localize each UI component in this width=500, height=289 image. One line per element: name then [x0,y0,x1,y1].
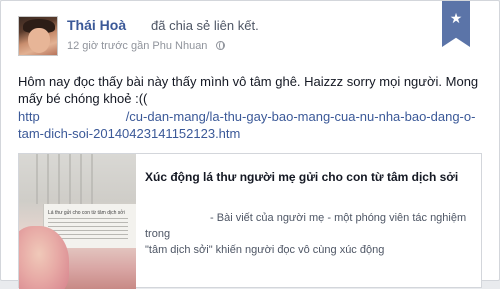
thumbnail-bed-rails [27,154,97,204]
link-path-1[interactable]: /cu-dan-mang/la-thu-gay-bao-mang-cua-nu-… [126,109,476,124]
avatar[interactable] [18,16,58,56]
bookmark-ribbon[interactable]: ★ [442,1,470,47]
avatar-face [28,28,50,53]
link-prefix[interactable]: http [18,109,40,124]
post-meta: 12 giờ trước gần Phu Nhuan [67,40,225,52]
attachment-thumbnail[interactable]: Lá thư gửi cho con từ tâm dịch sởi [19,154,136,289]
post-link[interactable]: http/cu-dan-mang/la-thu-gay-bao-mang-cua… [18,108,488,142]
attachment-desc-1: - Bài viết của người mẹ - một phóng viên… [145,212,467,240]
globe-icon[interactable] [215,41,225,50]
shared-link-text: đã chia sẻ liên kết. [151,18,259,33]
star-icon: ★ [449,10,463,26]
attachment-title[interactable]: Xúc động lá thư người mẹ gửi cho con từ … [145,170,475,184]
attachment-desc-2: "tâm dịch sởi" khiến người đọc vô cùng x… [145,244,385,256]
post-body: Hôm nay đọc thấy bài này thấy mình vô tâ… [18,74,479,106]
link-path-2[interactable]: tam-dich-soi-20140423141152123.htm [18,125,488,142]
link-attachment[interactable]: Lá thư gửi cho con từ tâm dịch sởi Xúc đ… [18,153,482,289]
redacted-domain [40,112,126,122]
attachment-description: - Bài viết của người mẹ - một phóng viên… [145,210,475,258]
post-card: Thái Hoà đã chia sẻ liên kết. 12 giờ trư… [0,0,500,289]
timestamp-location[interactable]: 12 giờ trước gần Phu Nhuan [67,40,207,52]
thumbnail-caption: Lá thư gửi cho con từ tâm dịch sởi [48,210,125,216]
author-name[interactable]: Thái Hoà [67,17,126,33]
post-link-line-1[interactable]: http/cu-dan-mang/la-thu-gay-bao-mang-cua… [18,108,488,125]
